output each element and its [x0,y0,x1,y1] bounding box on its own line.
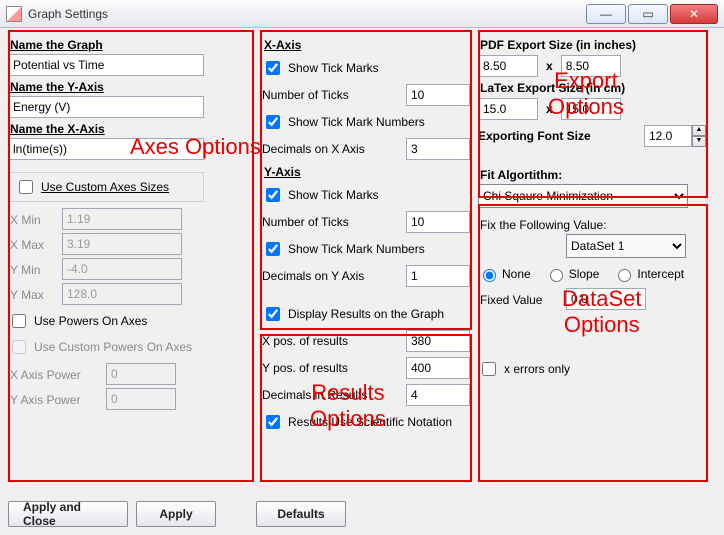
xaxis-show-nums-label: Show Tick Mark Numbers [288,115,425,129]
pdf-export-label: PDF Export Size (in inches) [480,38,706,52]
yaxis-decimals-input[interactable] [406,265,470,287]
close-button[interactable]: ✕ [670,4,718,24]
xaxis-show-nums-checkbox[interactable] [266,115,280,129]
y-power-input [106,388,176,410]
xaxis-header: X-Axis [264,38,470,52]
fixed-value-label: Fixed Value [480,293,560,307]
export-font-spinner[interactable]: ▲ ▼ [644,125,706,147]
times-icon: x [544,59,555,73]
xmax-input [62,233,182,255]
xaxis-num-ticks-label: Number of Ticks [262,88,349,102]
results-xpos-input[interactable] [406,330,470,352]
results-sci-label: Results Use Scientific Notation [288,415,452,429]
results-ypos-input[interactable] [406,357,470,379]
export-dataset-panel: PDF Export Size (in inches) x LaTex Expo… [478,34,706,487]
name-x-input[interactable] [8,138,204,160]
fit-algo-select[interactable]: Chi Sqaure Minimization [478,184,688,208]
yaxis-show-ticks-label: Show Tick Marks [288,188,379,202]
radio-intercept[interactable]: Intercept [613,266,684,282]
latex-width-input[interactable] [478,98,538,120]
results-xpos-label: X pos. of results [262,334,348,348]
use-powers-label: Use Powers On Axes [34,314,147,328]
pdf-width-input[interactable] [478,55,538,77]
yaxis-decimals-label: Decimals on Y Axis [262,269,364,283]
spinner-up-icon[interactable]: ▲ [692,125,706,136]
y-power-label: Y Axis Power [10,393,100,407]
app-icon [6,6,22,22]
x-errors-only-checkbox[interactable] [482,362,496,376]
ymin-label: Y Min [10,263,56,277]
apply-button[interactable]: Apply [136,501,216,527]
spinner-down-icon[interactable]: ▼ [692,136,706,147]
x-power-input [106,363,176,385]
results-sci-checkbox[interactable] [266,415,280,429]
use-custom-axes-sizes-checkbox[interactable] [19,180,33,194]
yaxis-show-nums-checkbox[interactable] [266,242,280,256]
radio-slope[interactable]: Slope [545,266,600,282]
xaxis-decimals-input[interactable] [406,138,470,160]
use-custom-powers-label: Use Custom Powers On Axes [34,340,192,354]
fit-algo-label: Fit Algortithm: [480,168,706,182]
yaxis-show-nums-label: Show Tick Mark Numbers [288,242,425,256]
xaxis-show-ticks-checkbox[interactable] [266,61,280,75]
xaxis-decimals-label: Decimals on X Axis [262,142,365,156]
xmax-label: X Max [10,238,56,252]
xmin-input [62,208,182,230]
dataset-select[interactable]: DataSet 1 [566,234,686,258]
latex-export-label: LaTex Export Size (in cm) [480,81,706,95]
pdf-height-input[interactable] [561,55,621,77]
minimize-button[interactable]: — [586,4,626,24]
ymin-input [62,258,182,280]
xaxis-num-ticks-input[interactable] [406,84,470,106]
axis-results-panel: X-Axis Show Tick Marks Number of Ticks S… [262,34,470,487]
display-results-label: Display Results on the Graph [288,307,444,321]
name-y-input[interactable] [8,96,204,118]
ymax-input [62,283,182,305]
xmin-label: X Min [10,213,56,227]
name-graph-label: Name the Graph [10,38,254,52]
apply-and-close-button[interactable]: Apply and Close [8,501,128,527]
export-font-input[interactable] [644,125,692,147]
radio-none[interactable]: None [478,266,531,282]
maximize-button[interactable]: ▭ [628,4,668,24]
display-results-checkbox[interactable] [266,307,280,321]
yaxis-header: Y-Axis [264,165,470,179]
yaxis-show-ticks-checkbox[interactable] [266,188,280,202]
xaxis-show-ticks-label: Show Tick Marks [288,61,379,75]
use-powers-checkbox[interactable] [12,314,26,328]
results-decimals-label: Decimals in Results [262,388,367,402]
name-graph-input[interactable] [8,54,204,76]
results-decimals-input[interactable] [406,384,470,406]
ymax-label: Y Max [10,288,56,302]
defaults-button[interactable]: Defaults [256,501,346,527]
results-ypos-label: Y pos. of results [262,361,348,375]
yaxis-num-ticks-input[interactable] [406,211,470,233]
fix-value-label: Fix the Following Value: [480,218,706,232]
use-custom-axes-sizes-label: Use Custom Axes Sizes [41,180,169,194]
latex-height-input[interactable] [561,98,621,120]
yaxis-num-ticks-label: Number of Ticks [262,215,349,229]
name-y-label: Name the Y-Axis [10,80,254,94]
export-font-label: Exporting Font Size [478,129,591,143]
x-errors-only-label: x errors only [504,362,570,376]
window-title: Graph Settings [28,7,584,21]
axes-options-panel: Name the Graph Name the Y-Axis Name the … [8,34,254,487]
x-power-label: X Axis Power [10,368,100,382]
name-x-label: Name the X-Axis [10,122,254,136]
fixed-value-input[interactable] [566,288,646,310]
times-icon: x [544,102,555,116]
use-custom-powers-checkbox [12,340,26,354]
